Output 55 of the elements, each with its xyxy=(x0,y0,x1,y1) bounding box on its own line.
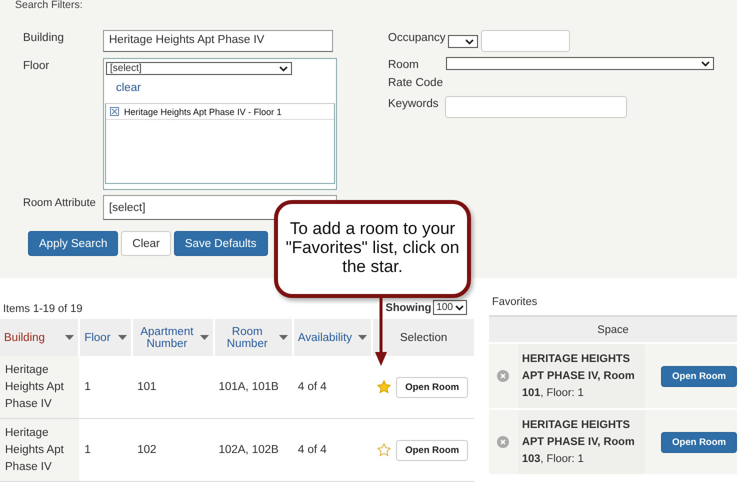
table-cell: 1 xyxy=(84,444,91,456)
showing-label: Showing xyxy=(385,302,432,314)
favorite-room-text: HERITAGE HEIGHTS APT PHASE IV, Room 103, Floor: 1 xyxy=(522,418,636,466)
favorite-room-text: HERITAGE HEIGHTS APT PHASE IV, Room 101, Floor: 1 xyxy=(522,352,636,400)
occupancy-field[interactable] xyxy=(480,30,570,52)
table-cell: 4 of 4 xyxy=(298,381,327,393)
caret-icon xyxy=(279,66,288,72)
remove-icon[interactable] xyxy=(110,107,119,116)
page-size-dropdown[interactable]: 100 xyxy=(433,300,467,315)
filled-star-icon[interactable] xyxy=(377,380,392,394)
selected-floor: Heritage Heights Apt Phase IV - Floor 1 xyxy=(124,106,282,116)
caret-icon xyxy=(464,38,474,44)
table-cell: 101A, 101B xyxy=(218,381,279,393)
table-cell: 101 xyxy=(137,381,156,393)
sort-icon[interactable] xyxy=(358,335,368,340)
keywords-field[interactable] xyxy=(445,96,627,118)
field-label: Building xyxy=(23,31,65,46)
sort-icon[interactable] xyxy=(278,335,288,340)
item-count: Items 1-19 of 19 xyxy=(3,303,82,315)
caret-icon xyxy=(701,60,710,66)
action-button[interactable]: Apply Search xyxy=(28,231,118,256)
sort-icon[interactable] xyxy=(118,335,128,340)
column-header: Selection xyxy=(400,332,448,344)
column-header[interactable]: Floor xyxy=(84,332,111,344)
section-title: Search Filters: xyxy=(15,0,84,13)
clear-button[interactable]: Clear xyxy=(121,231,171,256)
occupancy-dropdown[interactable] xyxy=(448,35,478,48)
star-outline-icon[interactable] xyxy=(377,443,392,457)
field-label: Occupancy xyxy=(388,31,446,44)
building-field[interactable]: Heritage Heights Apt Phase IV xyxy=(103,30,333,52)
action-button[interactable]: Save Defaults xyxy=(174,231,268,256)
table-cell: 4 of 4 xyxy=(298,444,327,456)
caret-icon xyxy=(455,304,464,310)
room-rate-dropdown[interactable] xyxy=(446,57,714,70)
panel-title: Favorites xyxy=(491,295,538,310)
field-label: Room Attribute xyxy=(23,196,97,211)
sort-icon[interactable] xyxy=(200,335,209,340)
open-room-button[interactable]: Open Room xyxy=(661,432,737,452)
table-cell: 1 xyxy=(84,381,91,393)
floor-dropdown[interactable]: [select] xyxy=(106,62,292,75)
table-cell: 102 xyxy=(137,444,156,456)
column-header: Space xyxy=(597,324,629,336)
field-label: Floor xyxy=(23,59,50,72)
sort-icon[interactable] xyxy=(65,335,74,340)
table-cell: 102A, 102B xyxy=(218,444,279,456)
column-header[interactable]: Building xyxy=(4,332,45,344)
open-room-button[interactable]: Open Room xyxy=(661,366,737,386)
field-label: Keywords xyxy=(388,97,440,112)
open-room-button[interactable]: Open Room xyxy=(396,440,468,460)
table-cell-text: Heritage Heights Apt Phase IV xyxy=(5,362,65,412)
callout-text: To add a room to your "Favorites" list, click on the star. xyxy=(284,218,460,276)
clear-link[interactable]: clear xyxy=(116,82,141,94)
table-cell-text: Heritage Heights Apt Phase IV xyxy=(5,426,65,474)
field-label: Room Rate Code xyxy=(388,58,444,91)
open-room-button[interactable]: Open Room xyxy=(396,376,468,398)
